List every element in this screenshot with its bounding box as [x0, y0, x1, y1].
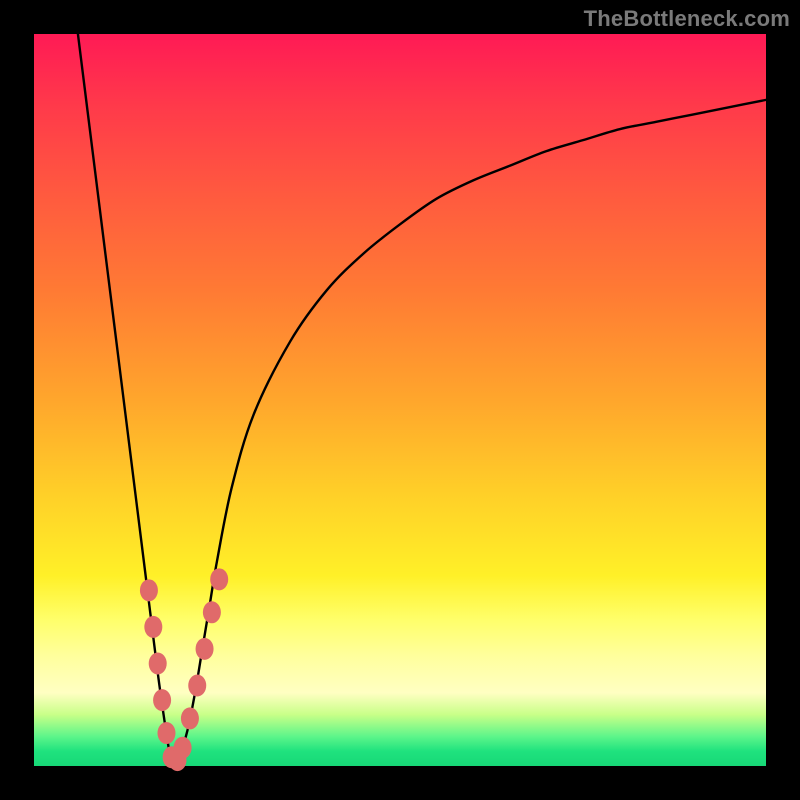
curve-marker: [196, 638, 214, 660]
watermark-text: TheBottleneck.com: [584, 6, 790, 32]
curve-marker: [140, 579, 158, 601]
curve-marker: [210, 568, 228, 590]
curve-marker: [153, 689, 171, 711]
plot-area: [34, 34, 766, 766]
curve-marker: [149, 653, 167, 675]
outer-frame: TheBottleneck.com: [0, 0, 800, 800]
bottleneck-curve: [78, 34, 766, 763]
curve-marker: [181, 707, 199, 729]
curve-marker: [188, 674, 206, 696]
curve-marker: [144, 616, 162, 638]
curve-marker: [174, 737, 192, 759]
curve-marker: [157, 722, 175, 744]
curve-svg: [34, 34, 766, 766]
curve-markers: [140, 568, 228, 771]
curve-marker: [203, 601, 221, 623]
